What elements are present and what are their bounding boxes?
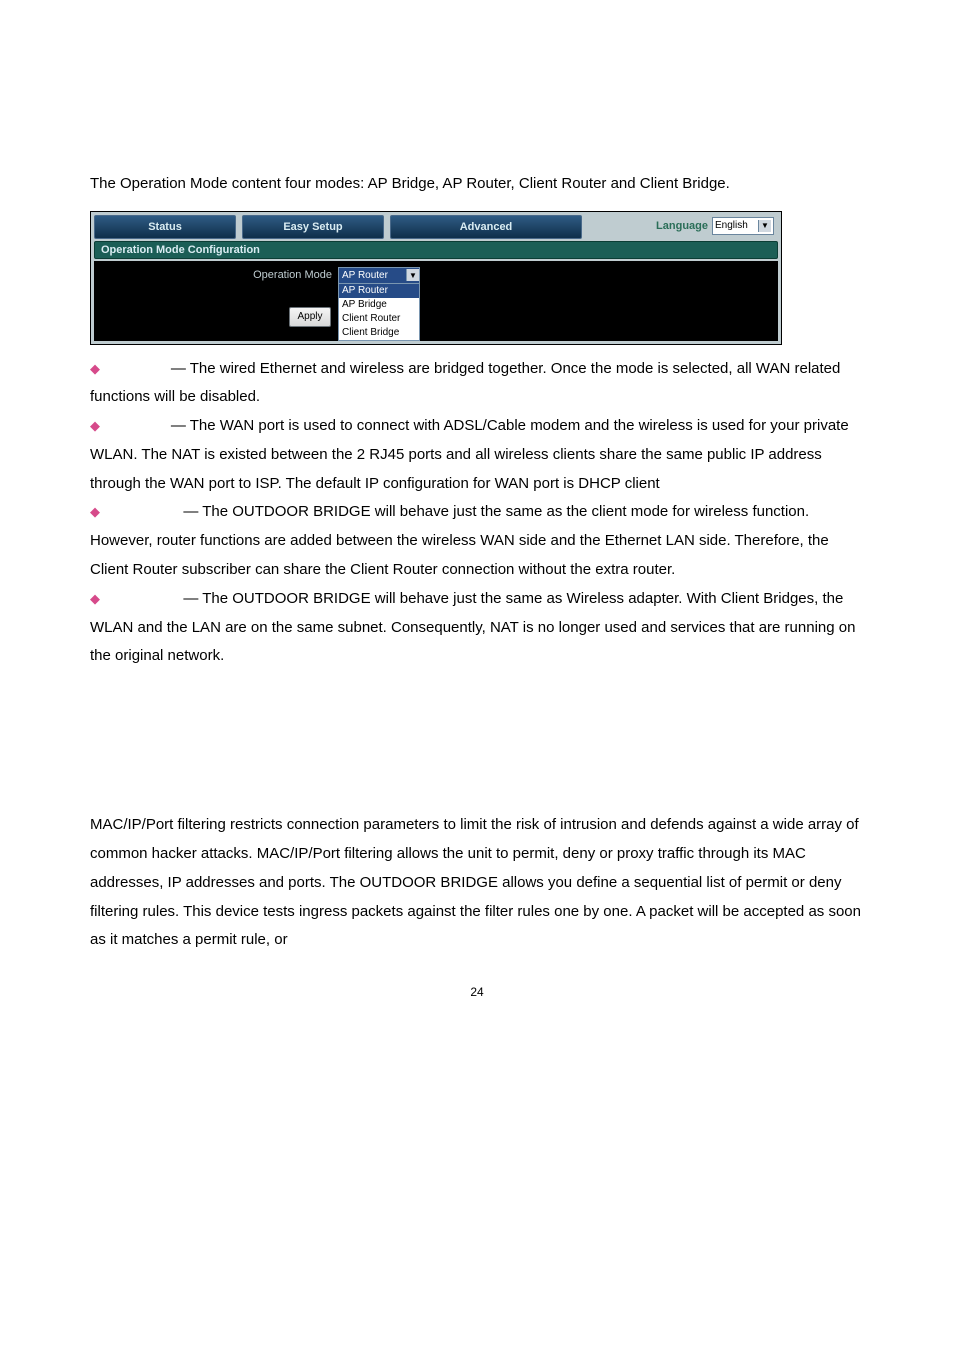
operation-mode-select[interactable]: AP Router ▼ AP Router AP Bridge Client R… [338,267,420,341]
bullet-text: — The WAN port is used to connect with A… [90,417,849,492]
config-screenshot: Status Easy Setup Advanced Language Engl… [90,211,782,345]
section-title: Operation Mode Configuration [94,241,778,259]
bullet-icon: ◆ [90,591,100,606]
language-select[interactable]: English ▼ [712,217,774,235]
tab-advanced[interactable]: Advanced [390,215,582,239]
apply-button[interactable]: Apply [289,307,331,327]
option-client-router[interactable]: Client Router [339,312,419,326]
tab-status[interactable]: Status [94,215,236,239]
chevron-down-icon: ▼ [758,220,771,232]
language-label: Language [656,220,708,232]
chevron-down-icon: ▼ [406,269,419,281]
bullet-text: — The OUTDOOR BRIDGE will behave just th… [90,503,829,578]
bullet-text: — The OUTDOOR BRIDGE will behave just th… [90,590,855,665]
language-value: English [715,220,748,231]
bullet-text: — The wired Ethernet and wireless are br… [90,360,840,406]
operation-mode-value: AP Router [342,270,388,281]
intro-paragraph: The Operation Mode content four modes: A… [90,170,864,199]
tab-easy-setup[interactable]: Easy Setup [242,215,384,239]
bullet-icon: ◆ [90,504,100,519]
config-panel: Operation Mode AP Router ▼ AP Router AP … [94,261,778,341]
operation-mode-dropdown[interactable]: AP Router AP Bridge Client Router Client… [338,284,420,341]
page-number: 24 [90,985,864,999]
bullet-icon: ◆ [90,361,100,376]
language-area: Language English ▼ [588,215,778,237]
option-ap-bridge[interactable]: AP Bridge [339,298,419,312]
bullet-icon: ◆ [90,418,100,433]
option-client-bridge[interactable]: Client Bridge [339,326,419,340]
operation-mode-label: Operation Mode [102,267,338,281]
lower-paragraph: MAC/IP/Port filtering restricts connecti… [90,811,864,955]
option-ap-router[interactable]: AP Router [339,284,419,298]
